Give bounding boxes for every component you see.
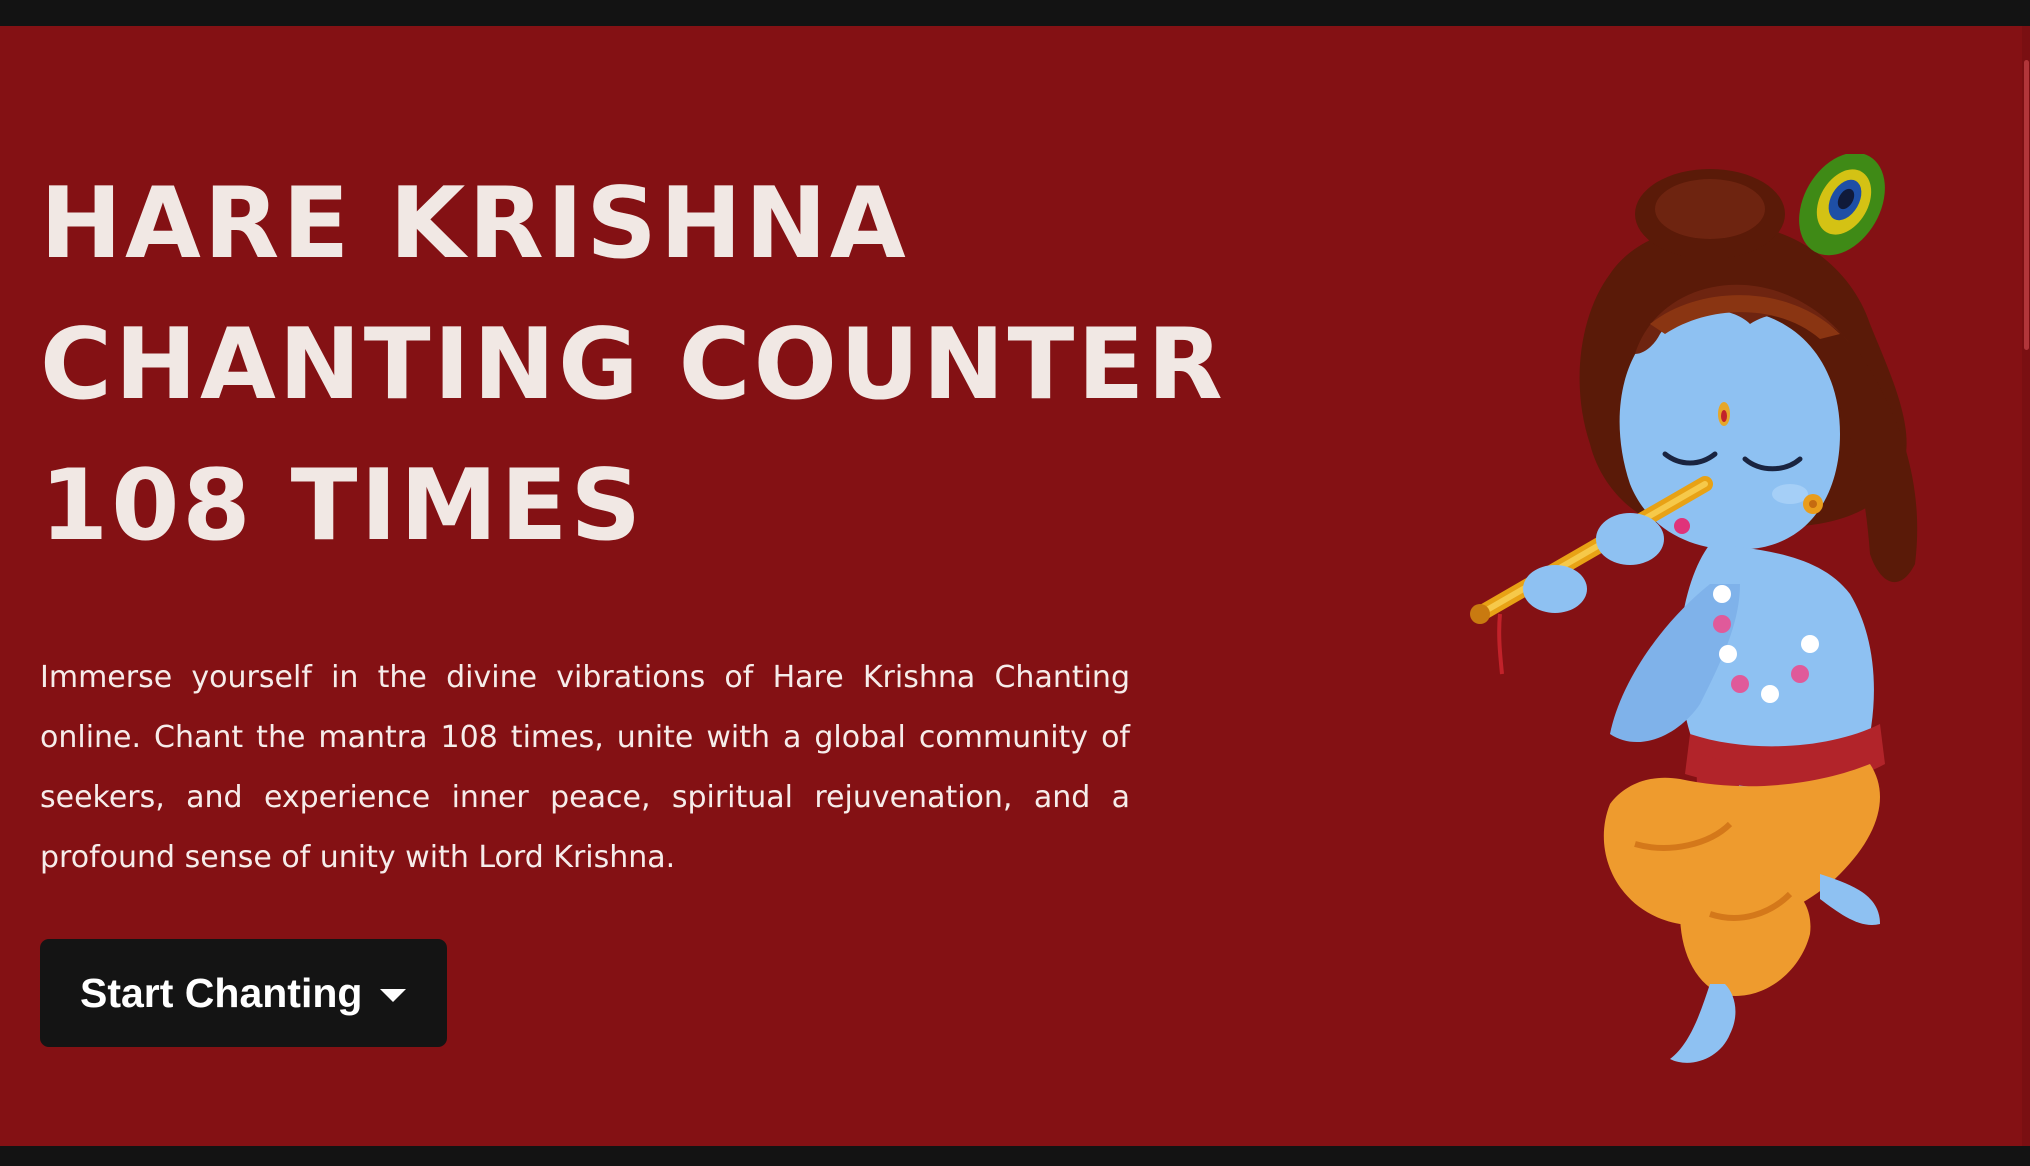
hero-description: Immerse yourself in the divine vibration… [40, 660, 1130, 875]
bottom-bar [0, 1146, 2030, 1166]
scrollbar-track[interactable] [2022, 26, 2030, 1146]
hero-title-line-3: 108 TIMES [40, 449, 645, 563]
start-chanting-label: Start Chanting [80, 969, 363, 1016]
krishna-flute-illustration [1470, 154, 1918, 1063]
start-chanting-button[interactable]: Start Chanting [40, 939, 447, 1047]
scrollbar-thumb[interactable] [2024, 60, 2029, 350]
hero-section: HARE KRISHNA CHANTING COUNTER 108 TIMES … [0, 26, 2030, 1146]
hero-title-line-2: CHANTING COUNTER [40, 308, 1226, 422]
hero-title: HARE KRISHNA CHANTING COUNTER 108 TIMES [40, 154, 1226, 577]
hero-title-line-1: HARE KRISHNA [40, 167, 909, 281]
top-bar [0, 0, 2030, 26]
caret-down-icon [380, 988, 407, 1002]
